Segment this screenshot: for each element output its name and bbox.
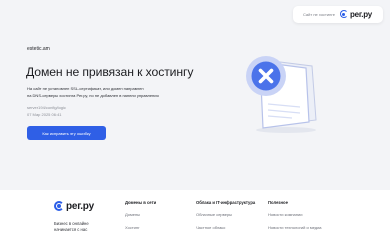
footer-column-cloud: Облака и IT-инфраструктура Облачные серв… (196, 200, 255, 238)
description: На сайт не установлен SSL-сертификат, ил… (27, 86, 177, 99)
footer-column-heading: Домены в сети (125, 200, 157, 205)
footer-link[interactable]: Хостинг (125, 225, 156, 230)
regru-logo-icon (339, 10, 349, 19)
footer-column-heading: Полезное (268, 200, 288, 205)
badge-logo[interactable]: рег.ру (339, 10, 373, 19)
footer-column-heading: Облака и IT-инфраструктура (196, 200, 256, 205)
footer-logo[interactable]: рег.ру (54, 201, 94, 212)
server-path: server194/config/logic (27, 105, 66, 110)
footer-link[interactable]: Домены (125, 212, 156, 217)
footer-link[interactable]: Новости технологий и медиа (268, 225, 322, 230)
fix-error-button[interactable]: Как исправить эту ошибку (27, 126, 106, 140)
regru-logo-icon (54, 201, 65, 212)
footer-tagline: Бизнес в онлайне начинается с нас (54, 221, 104, 233)
footer-logo-text: рег.ру (66, 201, 94, 212)
page-title: Домен не привязан к хостингу (26, 65, 194, 79)
footer-link[interactable]: Облачные серверы (196, 212, 255, 217)
timestamp: 07 Мар 2025 06:41 (27, 111, 62, 117)
badge-text: Сайт не хостинге (303, 12, 335, 17)
tagline-line: начинается с нас (54, 227, 88, 232)
description-line: на DNS-серверы хостинга Рег.ру, но не до… (27, 92, 159, 98)
footer-column-useful: Полезное Новости компании Новости технол… (268, 200, 322, 238)
footer-column-domains: Домены в сети Домены Хостинг (125, 200, 156, 238)
footer-link[interactable]: Частное облако (196, 225, 255, 230)
broken-page-illustration (246, 56, 317, 133)
server-meta: server194/config/logic 07 Мар 2025 06:41 (27, 105, 66, 118)
footer-link[interactable]: Новости компании (268, 212, 322, 217)
hosting-badge[interactable]: Сайт не хостинге рег.ру (293, 6, 383, 23)
domain-name: estetic.am (27, 46, 50, 52)
badge-logo-text: рег.ру (349, 10, 373, 19)
